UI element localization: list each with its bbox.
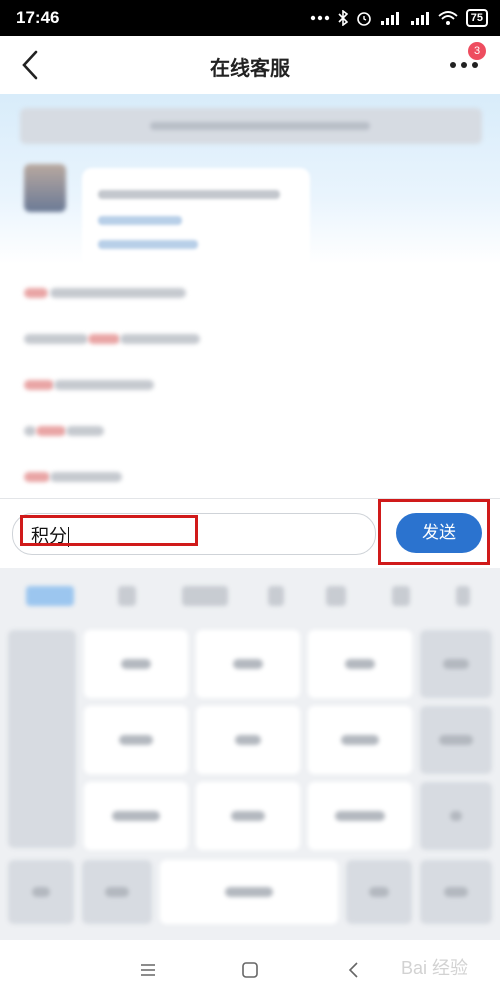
status-icons: 75 (310, 8, 488, 28)
keyboard-key[interactable] (84, 782, 188, 850)
send-highlight-box (378, 499, 490, 565)
keyboard-key[interactable] (84, 630, 188, 698)
keyboard-key[interactable] (196, 630, 300, 698)
keyboard-key[interactable] (8, 630, 76, 848)
keyboard-key[interactable] (308, 630, 412, 698)
signal-icon (410, 12, 429, 25)
back-triangle-icon[interactable] (344, 960, 364, 980)
signal-hd-icon (380, 12, 399, 25)
header: 在线客服 3 (0, 36, 500, 94)
keyboard-toolbar-item[interactable] (456, 586, 470, 606)
keyboard-key[interactable] (82, 860, 152, 924)
keyboard-key[interactable] (308, 782, 412, 850)
bluetooth-icon (338, 10, 348, 26)
keyboard-key[interactable] (308, 706, 412, 774)
welcome-message-bubble (82, 168, 310, 268)
status-bar: 17:46 75 (0, 0, 500, 36)
keyboard-key[interactable] (420, 630, 492, 698)
notification-badge: 3 (468, 42, 486, 60)
page-title: 在线客服 (210, 56, 290, 80)
battery-indicator: 75 (465, 9, 488, 27)
keyboard-key[interactable] (8, 860, 74, 924)
keyboard-toolbar-item[interactable] (118, 586, 136, 606)
alarm-icon (356, 12, 371, 26)
wifi-icon (438, 11, 458, 25)
watermark: Bai 经验 (400, 958, 468, 978)
notice-banner (20, 108, 482, 144)
keyboard-key[interactable] (196, 782, 300, 850)
menu-icon[interactable] (138, 960, 158, 980)
faq-item[interactable] (0, 316, 500, 362)
keyboard-toolbar-item[interactable] (268, 586, 284, 606)
status-time: 17:46 (16, 8, 60, 27)
more-notifications-icon (310, 15, 329, 21)
soft-keyboard (0, 568, 500, 940)
faq-item[interactable] (0, 362, 500, 408)
keyboard-key[interactable] (420, 782, 492, 850)
chat-area (0, 94, 500, 498)
keyboard-toolbar-item[interactable] (26, 586, 74, 606)
keyboard-key[interactable] (420, 860, 492, 924)
message-input-bar: 积分 发送 (0, 498, 500, 569)
keyboard-toolbar-item[interactable] (326, 586, 346, 606)
keyboard-key[interactable] (420, 706, 492, 774)
keyboard-space-key[interactable] (160, 860, 338, 924)
keyboard-toolbar-item[interactable] (182, 586, 228, 606)
input-highlight-box (20, 515, 198, 546)
faq-item[interactable] (0, 408, 500, 454)
keyboard-key[interactable] (346, 860, 412, 924)
faq-item[interactable] (0, 270, 500, 316)
keyboard-key[interactable] (196, 706, 300, 774)
home-square-icon[interactable] (240, 960, 260, 980)
keyboard-toolbar-item[interactable] (392, 586, 410, 606)
faq-item[interactable] (0, 454, 500, 498)
navigation-bar: Bai 经验 (0, 940, 500, 1000)
keyboard-key[interactable] (84, 706, 188, 774)
agent-avatar (24, 164, 66, 212)
